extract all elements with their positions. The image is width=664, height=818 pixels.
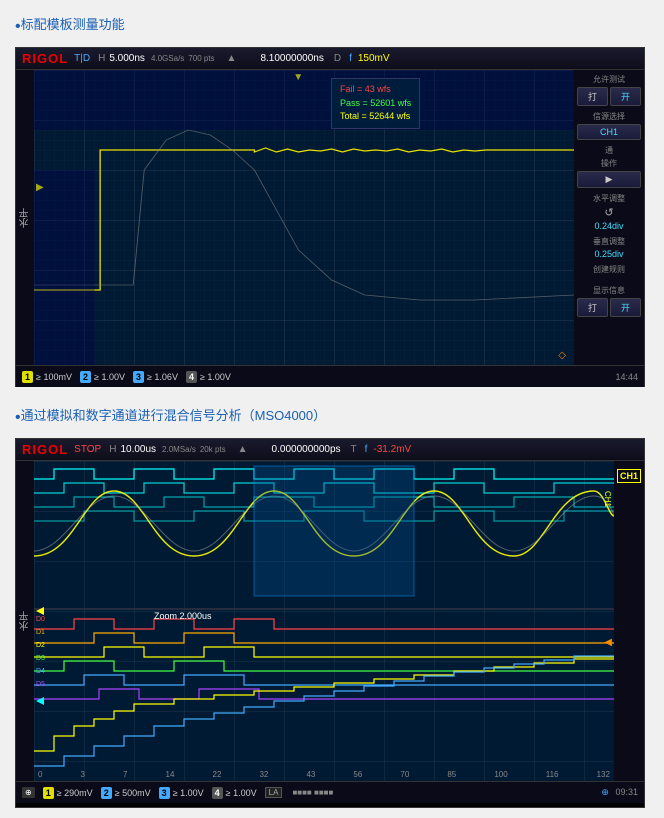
label-create-rule: 创建规则 — [577, 264, 641, 275]
btn-show-info1[interactable]: 打 — [577, 298, 608, 317]
mask-pass: Pass = 52601 wfs — [340, 97, 411, 111]
label-source-select: 信源选择 — [577, 111, 641, 122]
scope2-header-mode: STOP H 10.00us 2.0MSa/s 20k pts ▲ 0.0000… — [74, 444, 411, 455]
rigol-logo-2: RIGOL — [22, 442, 68, 457]
scope2-header: RIGOL STOP H 10.00us 2.0MSa/s 20k pts ▲ … — [16, 439, 644, 461]
ch2-value: ≥ 1.00V — [94, 372, 125, 382]
scope2-ch3-indicator: 3 ≥ 1.00V — [159, 787, 204, 799]
d4-label: D4 — [36, 668, 45, 675]
scope1-header: RIGOL T|D H 5.000ns 4.0GSa/s 700 pts ▲ 8… — [16, 48, 644, 70]
zoom-label: Zoom 2.000us — [154, 611, 212, 621]
label-allow-test: 允许测试 — [577, 74, 641, 85]
la-badge: LA — [265, 787, 283, 798]
mask-fail: Fail = 43 wfs — [340, 83, 411, 97]
scope2-main: 水平 — [16, 461, 644, 781]
scope2-ch2-number: 2 — [101, 787, 112, 799]
allow-test-btns[interactable]: 打 开 — [577, 87, 641, 106]
scope1-footer: 1 ≥ 100mV 2 ≥ 1.00V 3 ≥ 1.06V 4 ≥ 1.00V … — [16, 365, 644, 387]
label-h-adjust: 水平调整 — [577, 193, 641, 204]
btn-allow-test-open2[interactable]: 开 — [610, 87, 641, 106]
ch2-number: 2 — [80, 371, 91, 383]
scope2-time: ⊕ 09:31 — [601, 787, 638, 798]
ch3-number: 3 — [133, 371, 144, 383]
scope2-sidebar: CH1 — [614, 461, 644, 781]
d0-label: D0 — [36, 616, 45, 623]
v-adjust-value: 0.25div — [577, 249, 641, 259]
d1-label: D1 — [36, 629, 45, 636]
d2-label: D2 — [36, 642, 45, 649]
btn-play[interactable]: ▶ — [577, 171, 641, 188]
ch1-value: ≥ 100mV — [36, 372, 72, 382]
x-axis-labels: 0 3 7 14 22 32 43 56 70 85 100 116 132 — [34, 770, 614, 779]
ch4-indicator: 4 ≥ 1.00V — [186, 371, 231, 383]
label-v-adjust: 垂直调整 — [577, 236, 641, 247]
scope2-ch4-indicator: 4 ≥ 1.00V — [212, 787, 257, 799]
scope2-ch4-value: ≥ 1.00V — [226, 788, 257, 798]
scope2-ch1-right: CH1 — [603, 491, 612, 507]
ch1-indicator: 1 ≥ 100mV — [22, 371, 72, 383]
ch4-value: ≥ 1.00V — [200, 372, 231, 382]
scope2-ch1-value: ≥ 290mV — [57, 788, 93, 798]
d3-label: D3 — [36, 655, 45, 662]
ch2-indicator: 2 ≥ 1.00V — [80, 371, 125, 383]
scope2-ch3-number: 3 — [159, 787, 170, 799]
scope2-left-label: 水平 — [16, 461, 34, 781]
scope1-main: 水平 ▶ ▼ Fail = 43 wfs — [16, 70, 644, 365]
scope1-header-mode: T|D H 5.000ns 4.0GSa/s 700 pts ▲ 8.10000… — [74, 53, 389, 64]
btn-show-info2[interactable]: 开 — [610, 298, 641, 317]
scope2-d-indicator: ⊕ — [22, 787, 35, 798]
scope1-screen: ▶ ▼ Fail = 43 wfs Pass = 52601 wfs Total… — [34, 70, 574, 365]
h-adjust-value: 0.24div — [577, 221, 641, 231]
scope2-time-value: 09:31 — [615, 787, 638, 797]
scope2-ch1-number: 1 — [43, 787, 54, 799]
scope2-ch4-number: 4 — [212, 787, 223, 799]
mask-info-box: Fail = 43 wfs Pass = 52601 wfs Total = 5… — [331, 78, 420, 129]
btn-ch1[interactable]: CH1 — [577, 124, 641, 140]
scope2-ch2-indicator: 2 ≥ 500mV — [101, 787, 151, 799]
section2-link[interactable]: 通过模拟和数字通道进行混合信号分析（MSO4000） — [21, 405, 327, 424]
usb-icon: ⊕ — [601, 787, 609, 797]
oscilloscope-2: RIGOL STOP H 10.00us 2.0MSa/s 20k pts ▲ … — [15, 438, 645, 808]
rotate-icon: ↺ — [577, 206, 641, 219]
rigol-logo-1: RIGOL — [22, 51, 68, 66]
section1-link[interactable]: 标配模板测量功能 — [21, 14, 125, 33]
scope2-ch1-indicator: 1 ≥ 290mV — [43, 787, 93, 799]
ch1-sidebar-badge: CH1 — [617, 469, 641, 483]
btn-allow-test-open1[interactable]: 打 — [577, 87, 608, 106]
oscilloscope-1: RIGOL T|D H 5.000ns 4.0GSa/s 700 pts ▲ 8… — [15, 47, 645, 387]
waveform-svg-1 — [34, 70, 574, 365]
section1-link-text: 标配模板测量功能 — [21, 14, 125, 33]
scope2-footer: ⊕ 1 ≥ 290mV 2 ≥ 500mV 3 ≥ 1.00V 4 ≥ 1.00… — [16, 781, 644, 803]
la-bits-indicator: ■■■■ ■■■■ — [292, 788, 333, 797]
scope2-ch3-value: ≥ 1.00V — [173, 788, 204, 798]
mask-total: Total = 52644 wfs — [340, 110, 411, 124]
scope2-screen: D0 D1 D2 D3 D4 D5 Zoom 2.000us 0 3 7 14 … — [34, 461, 614, 781]
ch3-indicator: 3 ≥ 1.06V — [133, 371, 178, 383]
label-operation: 操作 — [577, 158, 641, 169]
scope2-waveform-svg — [34, 461, 614, 781]
scope2-ch2-value: ≥ 500mV — [115, 788, 151, 798]
ch3-value: ≥ 1.06V — [147, 372, 178, 382]
ch4-number: 4 — [186, 371, 197, 383]
trigger-marker-bottom: ◇ — [558, 350, 566, 361]
d5-label: D5 — [36, 681, 45, 688]
scope1-time: 14:44 — [615, 372, 638, 382]
scope1-sidebar: 允许测试 打 开 信源选择 CH1 通 操作 ▶ 水平调整 ↺ 0.24div … — [574, 70, 644, 365]
ch1-number: 1 — [22, 371, 33, 383]
scope1-left-label: 水平 — [16, 70, 34, 365]
scope2-orange-marker: ◀ — [604, 637, 612, 648]
label-show-info: 显示信息 — [577, 285, 641, 296]
label-channel: 通 — [577, 145, 641, 156]
section2-link-text: 通过模拟和数字通道进行混合信号分析（MSO4000） — [21, 405, 327, 424]
show-info-btns[interactable]: 打 开 — [577, 298, 641, 317]
